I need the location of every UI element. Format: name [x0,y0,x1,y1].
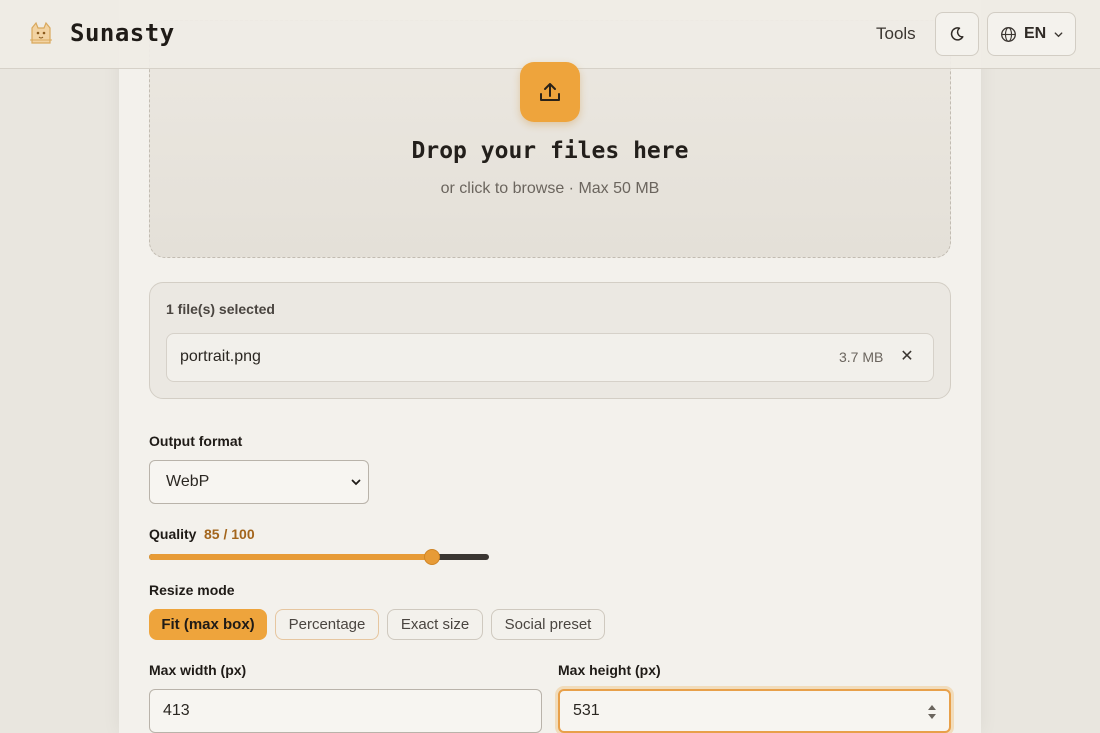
moon-icon [949,26,965,42]
resize-mode-label: Resize mode [149,582,235,598]
chevron-down-icon [350,476,362,488]
files-count-label: 1 file(s) selected [166,301,275,317]
max-width-value: 413 [163,702,190,719]
brand-logo[interactable]: Sunasty [24,16,175,50]
max-height-label: Max height (px) [558,662,661,678]
globe-icon [1000,26,1017,43]
resize-mode-social-button[interactable]: Social preset [491,609,605,640]
quality-label: Quality [149,526,197,542]
max-height-input[interactable]: 531 [558,689,951,733]
output-format-label: Output format [149,433,243,449]
tools-nav-link[interactable]: Tools [876,24,916,44]
file-list-item [166,333,934,382]
output-format-value: WebP [166,473,210,490]
dropzone-title: Drop your files here [411,138,689,164]
file-size: 3.7 MB [839,349,884,365]
max-width-label: Max width (px) [149,662,247,678]
output-format-select[interactable]: WebP [149,460,369,504]
theme-toggle-button[interactable] [935,12,979,56]
number-spinner[interactable] [927,702,937,722]
chevron-down-icon [1053,29,1064,40]
dropzone-subtitle: or click to browse · Max 50 MB [440,180,660,197]
cat-logo-icon [24,16,58,50]
quality-value: 85 / 100 [204,526,255,542]
quality-slider-fill [149,554,433,560]
upload-icon [537,79,563,105]
top-navigation-bar: Sunasty Tools EN [0,0,1100,69]
brand-name: Sunasty [70,19,175,47]
upload-button[interactable] [520,62,580,122]
resize-mode-percentage-button[interactable]: Percentage [275,609,379,640]
max-height-value: 531 [573,702,600,719]
file-name: portrait.png [180,348,261,365]
max-width-input[interactable]: 413 [149,689,542,733]
resize-mode-exact-button[interactable]: Exact size [387,609,483,640]
language-selector[interactable]: EN [987,12,1076,56]
language-code: EN [1024,25,1047,42]
remove-file-button[interactable]: ✕ [897,346,917,368]
resize-mode-fit-button[interactable]: Fit (max box) [149,609,267,640]
